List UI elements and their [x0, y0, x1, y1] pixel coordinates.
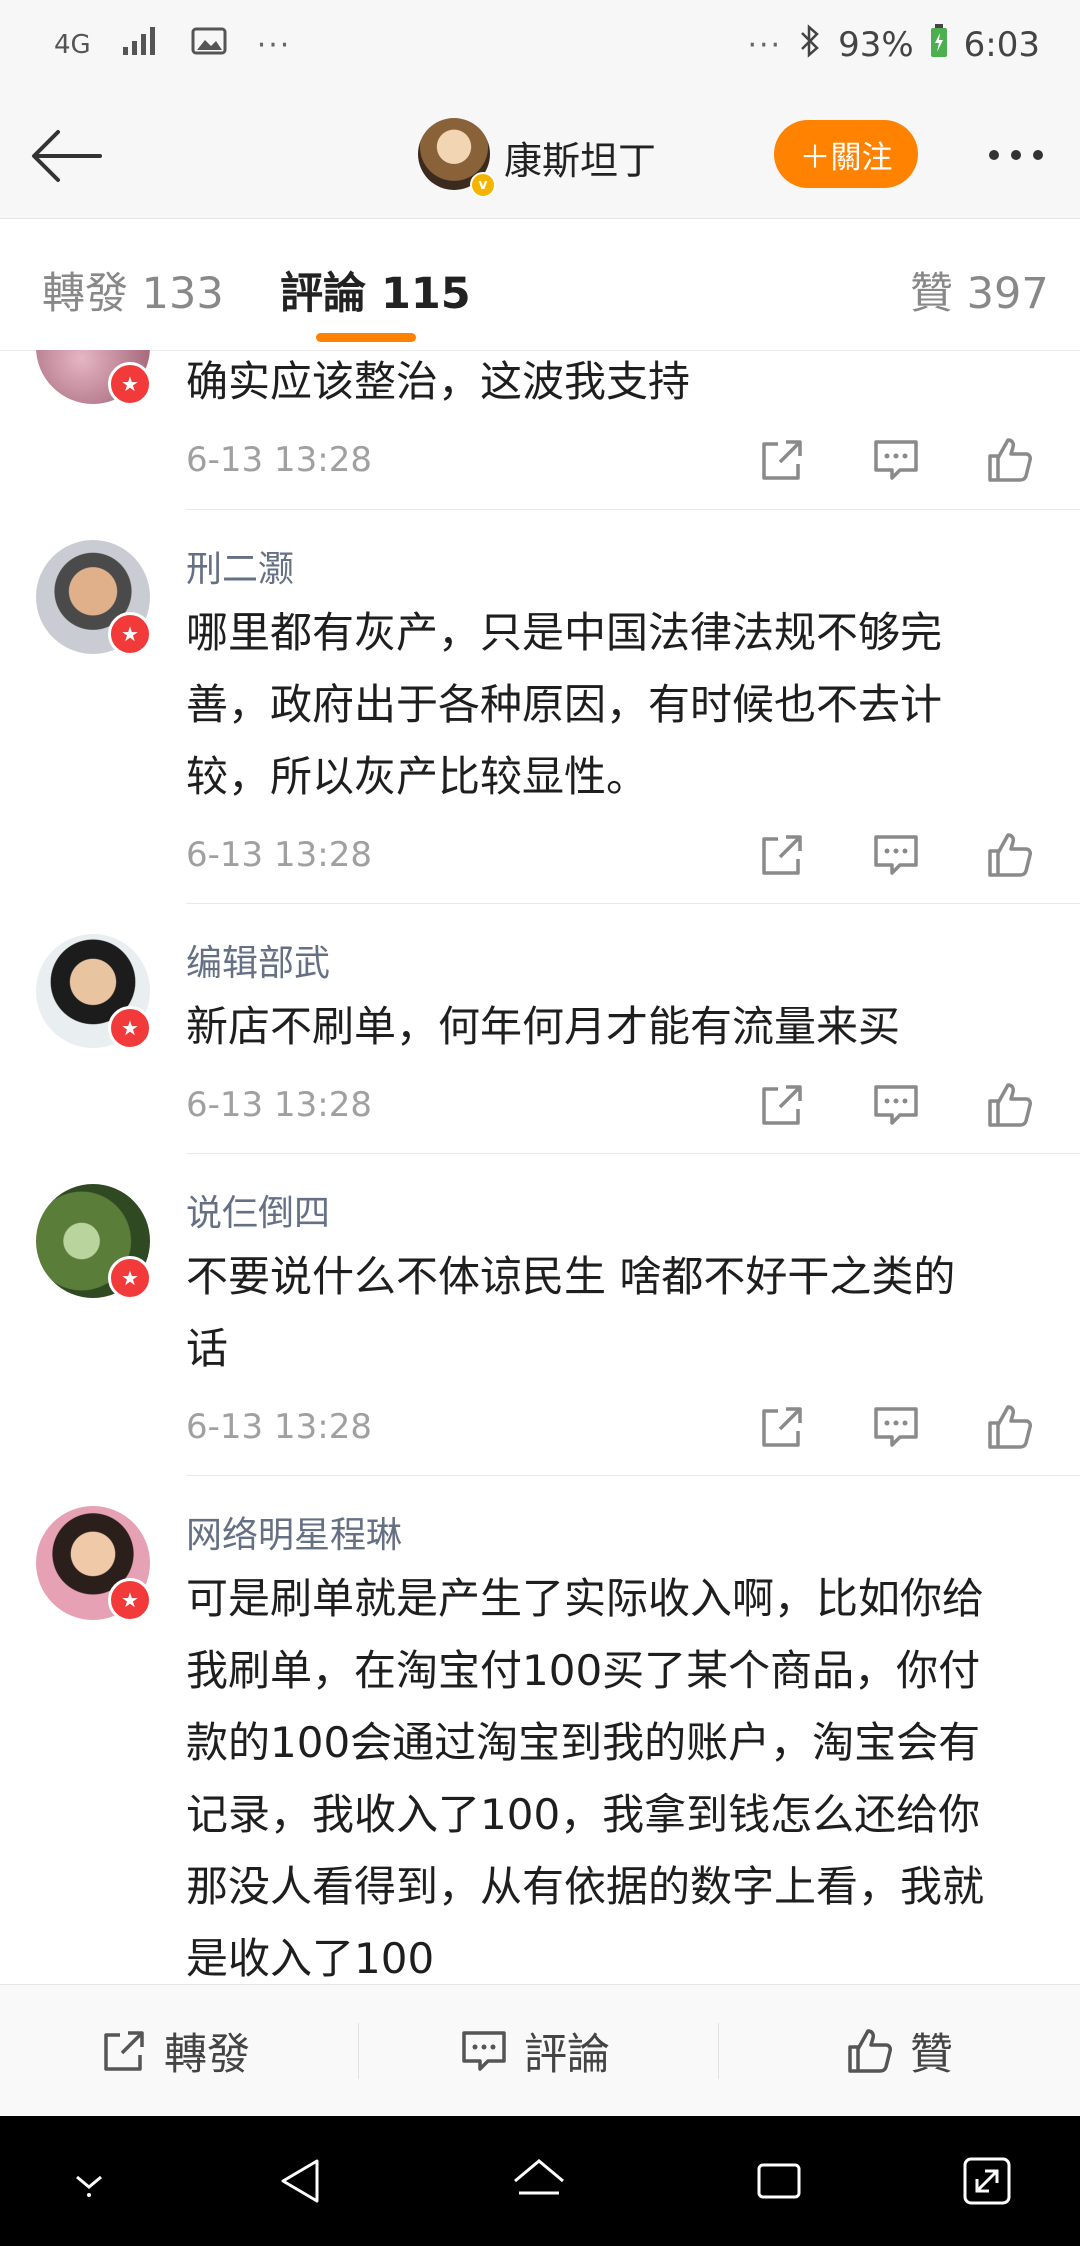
- like-icon[interactable]: [984, 434, 1036, 486]
- like-label: 贊: [910, 2030, 953, 2080]
- signal-icon: [121, 25, 161, 65]
- bluetooth-icon: [798, 23, 822, 67]
- comment-badge-icon: ★: [108, 612, 152, 656]
- like-icon[interactable]: [984, 829, 1036, 881]
- verified-badge: v: [470, 172, 496, 198]
- recent-apps-icon: [757, 2163, 801, 2199]
- repost-icon[interactable]: [756, 829, 808, 881]
- battery-percent: 93%: [838, 25, 914, 65]
- comment-author[interactable]: 编辑部武: [186, 934, 330, 986]
- comment-text-line: 较，所以灰产比较显性。: [186, 752, 649, 801]
- comment-text-line: 新店不刷单，何年何月才能有流量来买: [186, 1002, 901, 1051]
- comment-icon[interactable]: [870, 434, 922, 486]
- dot: [1011, 150, 1021, 160]
- system-nav-bar: [0, 2116, 1080, 2246]
- back-nav-button[interactable]: [266, 2146, 336, 2216]
- home-icon: [514, 2159, 564, 2195]
- comment-author[interactable]: 刑二灏: [186, 540, 294, 592]
- like-icon: [848, 2029, 892, 2073]
- tab-comment[interactable]: 評論 115: [280, 259, 471, 321]
- status-right: ··· 93% 6:03: [747, 22, 1040, 68]
- hide-keyboard-button[interactable]: [54, 2146, 124, 2216]
- status-more-left: ···: [256, 27, 292, 63]
- comment-text-line: 我刷单，在淘宝付100买了某个商品，你付: [186, 1646, 981, 1695]
- expand-icon: [963, 2157, 1011, 2205]
- comment-divider: [186, 509, 1080, 510]
- status-more-right: ···: [747, 27, 783, 63]
- comment-text-line: 那没人看得到，从有依据的数字上看，我就: [186, 1862, 985, 1911]
- comment-badge-icon: ★: [108, 362, 152, 406]
- recent-apps-button[interactable]: [744, 2146, 814, 2216]
- comment-text-line: 记录，我收入了100，我拿到钱怎么还给你: [186, 1790, 981, 1839]
- home-nav-button[interactable]: [504, 2146, 574, 2216]
- comment-label: 評論: [524, 2030, 610, 2080]
- comment-time: 6-13 13:28: [186, 1085, 372, 1125]
- comment-icon: [462, 2031, 506, 2071]
- active-tab-indicator: [316, 333, 416, 342]
- like-button[interactable]: 贊: [844, 1985, 953, 2117]
- detail-tabs: 轉發 133 評論 115 贊 397: [0, 219, 1080, 351]
- chevron-down-icon: [76, 2175, 102, 2197]
- comment-badge-icon: ★: [108, 1256, 152, 1300]
- comment-text-line: 可是刷单就是产生了实际收入啊，比如你给: [186, 1574, 985, 1623]
- comment-icon[interactable]: [870, 1079, 922, 1131]
- repost-icon[interactable]: [756, 434, 808, 486]
- triangle-back-icon: [281, 2159, 319, 2203]
- repost-label: 轉發: [164, 2030, 250, 2080]
- image-icon: [191, 26, 227, 64]
- comment-button[interactable]: 評論: [458, 1985, 610, 2117]
- comment-text-line: 确实应该整治，这波我支持: [186, 357, 691, 406]
- comment-text-line: 款的100会通过淘宝到我的账户，淘宝会有: [186, 1718, 981, 1767]
- repost-icon: [104, 2031, 144, 2071]
- back-button[interactable]: [24, 114, 108, 198]
- comment-text-line: 善，政府出于各种原因，有时候也不去计: [186, 680, 943, 729]
- back-arrow-icon: [32, 130, 102, 182]
- comment-author[interactable]: 网络明星程琳: [186, 1506, 402, 1558]
- comment-author[interactable]: 说仨倒四: [186, 1184, 330, 1236]
- tab-like[interactable]: 贊 397: [910, 259, 1049, 321]
- tab-repost[interactable]: 轉發 133: [42, 259, 224, 321]
- comment-text-line: 哪里都有灰产，只是中国法律法规不够完: [186, 608, 943, 657]
- bottom-action-bar: 轉發 評論 贊: [0, 1984, 1080, 2117]
- repost-icon[interactable]: [756, 1079, 808, 1131]
- comment-divider: [186, 903, 1080, 904]
- status-left: 4G ···: [54, 22, 291, 68]
- repost-icon[interactable]: [756, 1401, 808, 1453]
- dot: [1033, 150, 1043, 160]
- comment-time: 6-13 13:28: [186, 835, 372, 875]
- comment-time: 6-13 13:28: [186, 440, 372, 480]
- author-name[interactable]: 康斯坦丁: [504, 130, 656, 185]
- follow-button[interactable]: ＋關注: [774, 120, 918, 188]
- like-icon[interactable]: [984, 1079, 1036, 1131]
- repost-button[interactable]: 轉發: [98, 1985, 250, 2117]
- comment-icon[interactable]: [870, 1401, 922, 1453]
- comment-divider: [186, 1153, 1080, 1154]
- clock: 6:03: [963, 25, 1040, 65]
- top-nav-bar: v 康斯坦丁 ＋關注: [0, 90, 1080, 219]
- more-options-button[interactable]: [976, 130, 1056, 180]
- comment-time: 6-13 13:28: [186, 1407, 372, 1447]
- comment-icon[interactable]: [870, 829, 922, 881]
- separator: [718, 2023, 719, 2079]
- comment-text-line: 话: [186, 1324, 229, 1373]
- expand-button[interactable]: [952, 2146, 1022, 2216]
- network-indicator: 4G: [54, 30, 91, 60]
- comment-divider: [186, 1475, 1080, 1476]
- comment-badge-icon: ★: [108, 1006, 152, 1050]
- like-icon[interactable]: [984, 1401, 1036, 1453]
- comment-badge-icon: ★: [108, 1578, 152, 1622]
- battery-icon: [930, 23, 948, 67]
- dot: [989, 150, 999, 160]
- status-bar: 4G ··· ··· 93% 6:03: [0, 0, 1080, 90]
- comment-text-line: 不要说什么不体谅民生 啥都不好干之类的: [186, 1252, 956, 1301]
- separator: [358, 2023, 359, 2079]
